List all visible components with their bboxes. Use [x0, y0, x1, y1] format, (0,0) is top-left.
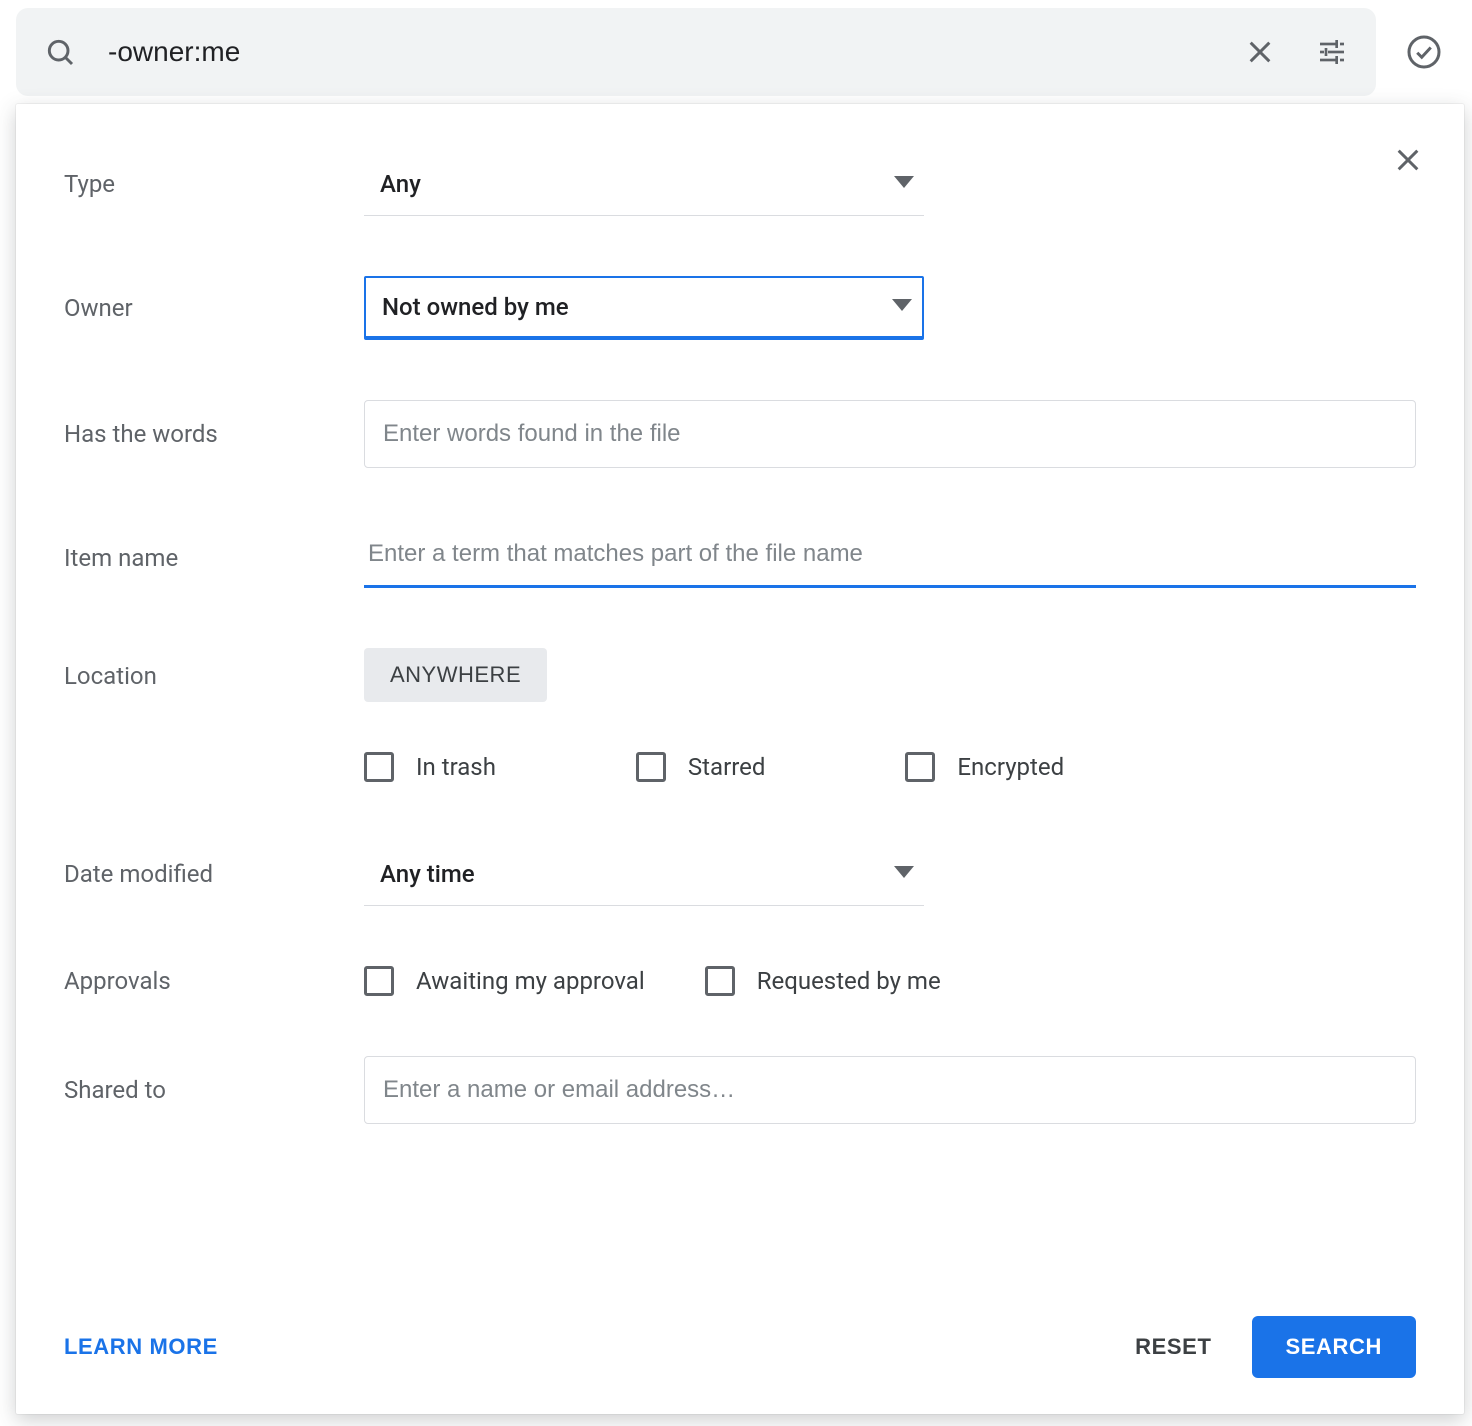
- row-item-name: Item name: [64, 528, 1416, 588]
- clear-search-button[interactable]: [1236, 28, 1284, 76]
- awaiting-approval-checkbox[interactable]: Awaiting my approval: [364, 966, 645, 996]
- chevron-down-icon: [892, 293, 912, 321]
- search-bar: [16, 8, 1376, 96]
- date-modified-value: Any time: [380, 860, 475, 888]
- row-shared-to: Shared to: [64, 1056, 1416, 1124]
- shared-to-input[interactable]: [364, 1056, 1416, 1124]
- starred-checkbox[interactable]: Starred: [636, 752, 765, 782]
- date-modified-label: Date modified: [64, 860, 364, 888]
- location-label: Location: [64, 648, 364, 690]
- chevron-down-icon: [894, 860, 914, 888]
- encrypted-checkbox[interactable]: Encrypted: [905, 752, 1064, 782]
- type-dropdown-value: Any: [380, 170, 421, 198]
- row-date-modified: Date modified Any time: [64, 842, 1416, 906]
- owner-dropdown-value: Not owned by me: [382, 293, 569, 321]
- checkbox-box: [364, 752, 394, 782]
- item-name-input[interactable]: [364, 528, 1416, 588]
- requested-by-me-label: Requested by me: [757, 967, 941, 995]
- close-panel-button[interactable]: [1384, 136, 1432, 184]
- learn-more-link[interactable]: LEARN MORE: [64, 1334, 218, 1360]
- awaiting-approval-label: Awaiting my approval: [416, 967, 645, 995]
- checkbox-box: [364, 966, 394, 996]
- requested-by-me-checkbox[interactable]: Requested by me: [705, 966, 941, 996]
- location-chip[interactable]: ANYWHERE: [364, 648, 547, 702]
- search-options-icon[interactable]: [1308, 28, 1356, 76]
- checkbox-box: [705, 966, 735, 996]
- approvals-label: Approvals: [64, 967, 364, 995]
- type-dropdown[interactable]: Any: [364, 152, 924, 216]
- row-approvals: Approvals Awaiting my approval Requested…: [64, 966, 1416, 996]
- search-icon[interactable]: [36, 28, 84, 76]
- checkbox-box: [636, 752, 666, 782]
- has-words-input[interactable]: [364, 400, 1416, 468]
- advanced-search-panel: Type Any Owner Not owned by me Has the w…: [16, 104, 1464, 1414]
- date-modified-dropdown[interactable]: Any time: [364, 842, 924, 906]
- starred-label: Starred: [688, 753, 765, 781]
- row-location: Location ANYWHERE In trash Starred Encry…: [64, 648, 1416, 782]
- encrypted-label: Encrypted: [957, 753, 1064, 781]
- row-type: Type Any: [64, 152, 1416, 216]
- in-trash-label: In trash: [416, 753, 496, 781]
- chevron-down-icon: [894, 170, 914, 198]
- row-owner: Owner Not owned by me: [64, 276, 1416, 340]
- checkbox-box: [905, 752, 935, 782]
- search-input[interactable]: [108, 36, 1212, 68]
- item-name-label: Item name: [64, 544, 364, 572]
- row-has-words: Has the words: [64, 400, 1416, 468]
- offline-ready-icon[interactable]: [1400, 28, 1448, 76]
- in-trash-checkbox[interactable]: In trash: [364, 752, 496, 782]
- type-label: Type: [64, 170, 364, 198]
- owner-dropdown[interactable]: Not owned by me: [364, 276, 924, 340]
- reset-button[interactable]: RESET: [1135, 1334, 1211, 1360]
- search-button[interactable]: SEARCH: [1252, 1316, 1417, 1378]
- panel-footer: LEARN MORE RESET SEARCH: [64, 1316, 1416, 1378]
- shared-to-label: Shared to: [64, 1076, 364, 1104]
- has-words-label: Has the words: [64, 420, 364, 448]
- owner-label: Owner: [64, 294, 364, 322]
